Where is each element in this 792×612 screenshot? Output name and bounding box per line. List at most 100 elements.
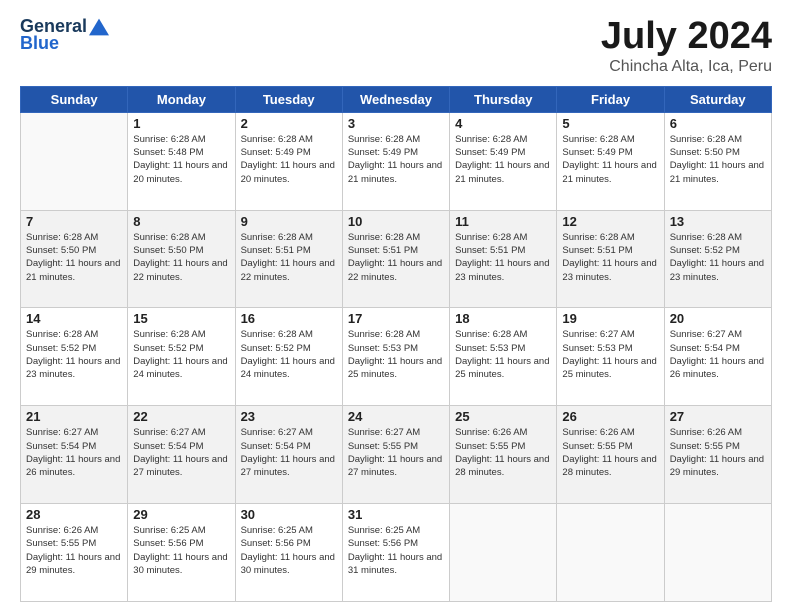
- calendar-day-cell: 18 Sunrise: 6:28 AM Sunset: 5:53 PM Dayli…: [450, 308, 557, 406]
- day-number: 8: [133, 214, 229, 229]
- weekday-header: Friday: [557, 86, 664, 112]
- day-number: 15: [133, 311, 229, 326]
- day-info: Sunrise: 6:27 AM Sunset: 5:55 PM Dayligh…: [348, 426, 444, 479]
- day-number: 16: [241, 311, 337, 326]
- day-number: 10: [348, 214, 444, 229]
- calendar-week-row: 7 Sunrise: 6:28 AM Sunset: 5:50 PM Daylig…: [21, 210, 772, 308]
- calendar-day-cell: 6Sunrise: 6:28 AM Sunset: 5:50 PM Daylig…: [664, 112, 771, 210]
- title-area: July 2024 Chincha Alta, Ica, Peru: [601, 16, 772, 76]
- day-number: 17: [348, 311, 444, 326]
- calendar-week-row: 21 Sunrise: 6:27 AM Sunset: 5:54 PM Dayli…: [21, 406, 772, 504]
- calendar-day-cell: 10 Sunrise: 6:28 AM Sunset: 5:51 PM Dayli…: [342, 210, 449, 308]
- day-info: Sunrise: 6:28 AM Sunset: 5:51 PM Dayligh…: [348, 231, 444, 284]
- calendar-day-cell: 25 Sunrise: 6:26 AM Sunset: 5:55 PM Dayli…: [450, 406, 557, 504]
- header: General Blue July 2024 Chincha Alta, Ica…: [20, 16, 772, 76]
- day-info: Sunrise: 6:28 AM Sunset: 5:53 PM Dayligh…: [455, 328, 551, 381]
- day-info: Sunrise: 6:28 AM Sunset: 5:52 PM Dayligh…: [241, 328, 337, 381]
- day-info: Sunrise: 6:26 AM Sunset: 5:55 PM Dayligh…: [670, 426, 766, 479]
- day-info: Sunrise: 6:26 AM Sunset: 5:55 PM Dayligh…: [455, 426, 551, 479]
- calendar-day-cell: 3 Sunrise: 6:28 AM Sunset: 5:49 PM Daylig…: [342, 112, 449, 210]
- day-number: 21: [26, 409, 122, 424]
- day-number: 27: [670, 409, 766, 424]
- weekday-header: Tuesday: [235, 86, 342, 112]
- day-info: Sunrise: 6:26 AM Sunset: 5:55 PM Dayligh…: [562, 426, 658, 479]
- calendar-table: SundayMondayTuesdayWednesdayThursdayFrid…: [20, 86, 772, 602]
- calendar-day-cell: 29Sunrise: 6:25 AM Sunset: 5:56 PM Dayli…: [128, 504, 235, 602]
- day-info: Sunrise: 6:28 AM Sunset: 5:51 PM Dayligh…: [241, 231, 337, 284]
- calendar-day-cell: 4 Sunrise: 6:28 AM Sunset: 5:49 PM Daylig…: [450, 112, 557, 210]
- day-number: 6: [670, 116, 766, 131]
- calendar-week-row: 14 Sunrise: 6:28 AM Sunset: 5:52 PM Dayli…: [21, 308, 772, 406]
- day-number: 18: [455, 311, 551, 326]
- day-info: Sunrise: 6:27 AM Sunset: 5:53 PM Dayligh…: [562, 328, 658, 381]
- calendar-day-cell: 13 Sunrise: 6:28 AM Sunset: 5:52 PM Dayli…: [664, 210, 771, 308]
- day-number: 3: [348, 116, 444, 131]
- calendar-day-cell: 22 Sunrise: 6:27 AM Sunset: 5:54 PM Dayli…: [128, 406, 235, 504]
- day-number: 22: [133, 409, 229, 424]
- day-info: Sunrise: 6:28 AM Sunset: 5:49 PM Dayligh…: [348, 133, 444, 186]
- day-info: Sunrise: 6:27 AM Sunset: 5:54 PM Dayligh…: [133, 426, 229, 479]
- calendar-day-cell: 14 Sunrise: 6:28 AM Sunset: 5:52 PM Dayli…: [21, 308, 128, 406]
- day-info: Sunrise: 6:28 AM Sunset: 5:51 PM Dayligh…: [562, 231, 658, 284]
- calendar-day-cell: 24 Sunrise: 6:27 AM Sunset: 5:55 PM Dayli…: [342, 406, 449, 504]
- day-info: Sunrise: 6:28 AM Sunset: 5:52 PM Dayligh…: [670, 231, 766, 284]
- calendar-day-cell: [664, 504, 771, 602]
- day-number: 28: [26, 507, 122, 522]
- calendar-day-cell: 5 Sunrise: 6:28 AM Sunset: 5:49 PM Daylig…: [557, 112, 664, 210]
- day-info: Sunrise: 6:28 AM Sunset: 5:50 PM Dayligh…: [26, 231, 122, 284]
- calendar-day-cell: 1Sunrise: 6:28 AM Sunset: 5:48 PM Daylig…: [128, 112, 235, 210]
- calendar-day-cell: [557, 504, 664, 602]
- day-info: Sunrise: 6:28 AM Sunset: 5:53 PM Dayligh…: [348, 328, 444, 381]
- day-info: Sunrise: 6:25 AM Sunset: 5:56 PM Dayligh…: [133, 524, 229, 577]
- month-title: July 2024: [601, 16, 772, 58]
- weekday-header: Wednesday: [342, 86, 449, 112]
- day-info: Sunrise: 6:28 AM Sunset: 5:52 PM Dayligh…: [133, 328, 229, 381]
- day-info: Sunrise: 6:27 AM Sunset: 5:54 PM Dayligh…: [26, 426, 122, 479]
- day-info: Sunrise: 6:28 AM Sunset: 5:48 PM Dayligh…: [133, 133, 229, 186]
- calendar-day-cell: 28 Sunrise: 6:26 AM Sunset: 5:55 PM Dayli…: [21, 504, 128, 602]
- day-number: 24: [348, 409, 444, 424]
- calendar-day-cell: 17 Sunrise: 6:28 AM Sunset: 5:53 PM Dayli…: [342, 308, 449, 406]
- calendar-day-cell: 30 Sunrise: 6:25 AM Sunset: 5:56 PM Dayli…: [235, 504, 342, 602]
- day-number: 9: [241, 214, 337, 229]
- calendar-day-cell: 31Sunrise: 6:25 AM Sunset: 5:56 PM Dayli…: [342, 504, 449, 602]
- day-number: 7: [26, 214, 122, 229]
- day-number: 26: [562, 409, 658, 424]
- day-number: 23: [241, 409, 337, 424]
- calendar-day-cell: 20 Sunrise: 6:27 AM Sunset: 5:54 PM Dayli…: [664, 308, 771, 406]
- day-info: Sunrise: 6:25 AM Sunset: 5:56 PM Dayligh…: [241, 524, 337, 577]
- day-number: 13: [670, 214, 766, 229]
- day-number: 11: [455, 214, 551, 229]
- day-number: 12: [562, 214, 658, 229]
- day-number: 19: [562, 311, 658, 326]
- calendar-week-row: 1Sunrise: 6:28 AM Sunset: 5:48 PM Daylig…: [21, 112, 772, 210]
- calendar-day-cell: 2 Sunrise: 6:28 AM Sunset: 5:49 PM Daylig…: [235, 112, 342, 210]
- calendar-day-cell: 15 Sunrise: 6:28 AM Sunset: 5:52 PM Dayli…: [128, 308, 235, 406]
- logo-blue-text: Blue: [20, 33, 59, 54]
- day-number: 14: [26, 311, 122, 326]
- calendar-day-cell: [21, 112, 128, 210]
- day-info: Sunrise: 6:28 AM Sunset: 5:52 PM Dayligh…: [26, 328, 122, 381]
- page: General Blue July 2024 Chincha Alta, Ica…: [0, 0, 792, 612]
- calendar-day-cell: 16 Sunrise: 6:28 AM Sunset: 5:52 PM Dayli…: [235, 308, 342, 406]
- day-info: Sunrise: 6:28 AM Sunset: 5:49 PM Dayligh…: [455, 133, 551, 186]
- weekday-header: Saturday: [664, 86, 771, 112]
- calendar-day-cell: 26 Sunrise: 6:26 AM Sunset: 5:55 PM Dayli…: [557, 406, 664, 504]
- day-number: 2: [241, 116, 337, 131]
- day-info: Sunrise: 6:26 AM Sunset: 5:55 PM Dayligh…: [26, 524, 122, 577]
- day-number: 25: [455, 409, 551, 424]
- day-number: 30: [241, 507, 337, 522]
- calendar-day-cell: 8 Sunrise: 6:28 AM Sunset: 5:50 PM Daylig…: [128, 210, 235, 308]
- calendar-day-cell: 9 Sunrise: 6:28 AM Sunset: 5:51 PM Daylig…: [235, 210, 342, 308]
- calendar-day-cell: 27 Sunrise: 6:26 AM Sunset: 5:55 PM Dayli…: [664, 406, 771, 504]
- day-info: Sunrise: 6:28 AM Sunset: 5:50 PM Dayligh…: [133, 231, 229, 284]
- day-info: Sunrise: 6:28 AM Sunset: 5:51 PM Dayligh…: [455, 231, 551, 284]
- day-number: 5: [562, 116, 658, 131]
- day-number: 4: [455, 116, 551, 131]
- day-info: Sunrise: 6:28 AM Sunset: 5:49 PM Dayligh…: [562, 133, 658, 186]
- day-number: 31: [348, 507, 444, 522]
- day-info: Sunrise: 6:28 AM Sunset: 5:49 PM Dayligh…: [241, 133, 337, 186]
- day-info: Sunrise: 6:27 AM Sunset: 5:54 PM Dayligh…: [670, 328, 766, 381]
- day-number: 20: [670, 311, 766, 326]
- location-title: Chincha Alta, Ica, Peru: [601, 58, 772, 76]
